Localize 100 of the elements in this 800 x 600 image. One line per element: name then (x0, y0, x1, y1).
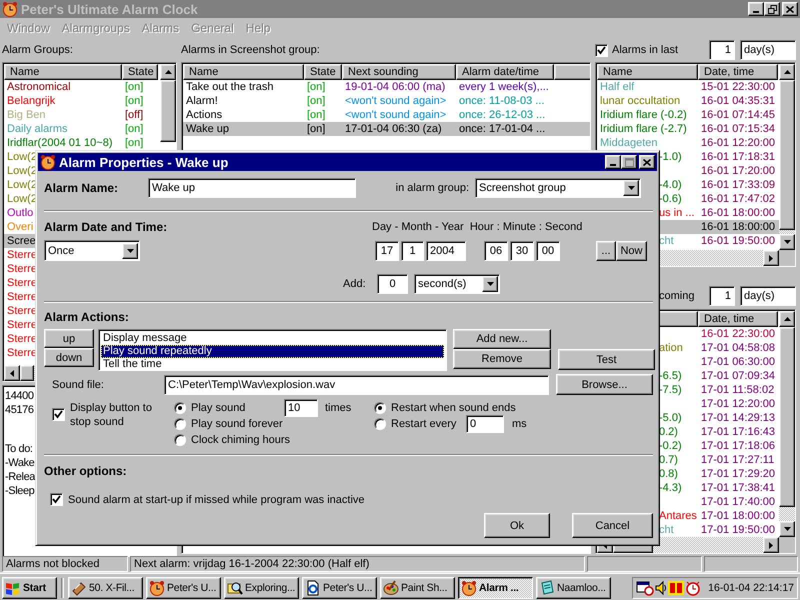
taskbar-button[interactable]: Peter's U... (146, 576, 221, 598)
up-button[interactable]: up (44, 329, 94, 348)
table-cell: 17-01 11:58:02 (701, 384, 774, 396)
text-field[interactable]: 00 (536, 240, 560, 260)
dropdown[interactable]: day(s) (740, 40, 796, 60)
table-cell: <won't sound again> (345, 109, 446, 121)
table-cell: [on] (125, 95, 144, 107)
radio-label: Play sound forever (191, 418, 283, 430)
taskbar-button[interactable]: 50. X-Fil... (68, 576, 143, 598)
table-cell: 17-01 17:18:06 (701, 440, 776, 452)
table-cell: 16-01 17:18:31 (701, 151, 776, 163)
text-field[interactable]: 10 (284, 399, 318, 417)
column-header[interactable]: Name (597, 64, 698, 80)
taskbar-button[interactable]: Exploring... (224, 576, 299, 598)
list-item[interactable]: Antares (659, 510, 697, 522)
list-item[interactable]: -4.0) (659, 179, 682, 191)
text-field[interactable]: 2004 (426, 240, 466, 260)
list-item[interactable]: Alarm! (186, 95, 218, 107)
column-header[interactable]: Next sounding (342, 64, 456, 80)
list-item[interactable]: 0.8) (659, 468, 678, 480)
list-item[interactable]: Iridflar(2004 01 10~8) (7, 137, 112, 149)
text-field[interactable]: Wake up (148, 178, 356, 198)
dropdown[interactable]: day(s) (740, 286, 796, 306)
taskbar-button[interactable]: Alarm ... (458, 576, 533, 598)
table-cell: [off] (125, 109, 144, 121)
note-line: -Sleep (5, 485, 34, 497)
browse-button[interactable]: Browse... (556, 374, 653, 395)
column-header[interactable]: State (122, 64, 158, 80)
list-item[interactable]: -6.5) (659, 370, 682, 382)
table-cell: 16-01 22:30:00 (701, 328, 776, 340)
text-field[interactable]: 06 (484, 240, 508, 260)
list-item[interactable]: Astronomical (7, 81, 71, 93)
table-cell: [on] (307, 81, 326, 93)
section-heading: Other options: (44, 464, 127, 478)
column-header[interactable]: State (304, 64, 342, 80)
list-item[interactable]: Iridium flare (-2.7) (600, 123, 687, 135)
table-cell: 16-01 17:33:09 (701, 179, 776, 191)
now-button[interactable]: Now (616, 240, 647, 260)
table-cell: 16-01 18:00:00 (701, 207, 776, 219)
field-label: in alarm group: (396, 182, 469, 194)
text-field[interactable]: 17 (375, 240, 399, 260)
table-cell: [on] (307, 109, 326, 121)
note-line: 14400 (5, 390, 34, 402)
list-item[interactable]: Scree (7, 235, 36, 247)
table-cell: 15-01 22:30:00 (701, 81, 776, 93)
dropdown[interactable]: second(s) (414, 274, 500, 294)
list-item[interactable]: -0.6) (659, 193, 682, 205)
number-field[interactable]: 1 (709, 286, 735, 306)
list-item[interactable]: Take out the trash (186, 81, 274, 93)
selected-row[interactable]: Wake up [on] 17-01-04 06:30 (za) once: 17-01-04 ... (183, 122, 590, 136)
number-field[interactable]: 1 (709, 40, 735, 60)
taskbar-button[interactable]: Paint Sh... (380, 576, 455, 598)
text-field[interactable]: C:\Peter\Temp\Wav\explosion.wav (164, 374, 549, 394)
text-field[interactable]: 1 (401, 240, 424, 260)
column-header[interactable]: Name (183, 64, 304, 80)
start-button[interactable]: Start (2, 576, 57, 598)
taskbar-button[interactable]: Peter's U... (302, 576, 377, 598)
table-cell: 16-01 07:14:45 (701, 109, 776, 121)
text-field[interactable]: 0 (377, 274, 408, 294)
list-item[interactable]: -4.3) (659, 482, 682, 494)
column-header[interactable]: Date, time (698, 64, 778, 80)
dropdown[interactable]: Once (44, 240, 140, 261)
list-item[interactable]: Outlo (7, 207, 34, 219)
column-header[interactable]: Name (4, 64, 122, 80)
list-item[interactable]: Play sound repeatedly (101, 345, 444, 358)
dropdown[interactable]: Screenshot group (475, 178, 641, 198)
add-button[interactable]: Add new... (453, 329, 551, 349)
checkbox-label: Sound alarm at start-up if missed while program was inactive (68, 494, 365, 506)
text-field[interactable]: 30 (510, 240, 534, 260)
date-picker-button[interactable]: ... (596, 240, 616, 260)
table-cell: 17-01 17:40:00 (701, 496, 776, 508)
list-item[interactable]: -1.0) (659, 151, 682, 163)
list-item[interactable]: ation (659, 342, 683, 354)
list-item[interactable]: Belangrijk (7, 95, 56, 107)
table-cell: 16-01 17:20:00 (701, 165, 776, 177)
list-item[interactable]: lunar occultation (600, 95, 680, 107)
list-item[interactable]: Display message (101, 332, 444, 345)
table-cell: once: 26-12-03 ... (459, 109, 546, 121)
list-item[interactable]: Wake up (186, 123, 230, 135)
list-item[interactable]: -5.0) (659, 412, 682, 424)
list-item[interactable]: -0.2) (659, 440, 682, 452)
field-hint: Day - Month - Year Hour : Minute : Second (372, 221, 582, 233)
table-cell: [on] (125, 81, 144, 93)
list-item[interactable]: Iridium flare (-0.2) (600, 109, 687, 121)
text-field[interactable]: 0 (466, 415, 504, 433)
column-header[interactable]: Date, time (698, 311, 778, 327)
panel-label: Alarm Groups: (2, 43, 74, 58)
list-item[interactable]: Tell the time (101, 358, 444, 371)
taskbar-button[interactable]: Naamloo... (536, 576, 611, 598)
test-button[interactable]: Test (558, 349, 655, 370)
list-item[interactable]: Actions (186, 109, 222, 121)
cancel-button[interactable]: Cancel (572, 513, 653, 538)
table-cell: <won't sound again> (345, 95, 446, 107)
table-cell: [on] (307, 95, 326, 107)
column-header[interactable]: Alarm date/time (456, 64, 554, 80)
down-button[interactable]: down (44, 348, 94, 367)
ok-button[interactable]: Ok (484, 513, 550, 538)
clock-text: 16-01-04 22:14:17 (708, 582, 794, 594)
remove-button[interactable]: Remove (453, 349, 551, 369)
list-item[interactable]: -7.5) (659, 384, 682, 396)
